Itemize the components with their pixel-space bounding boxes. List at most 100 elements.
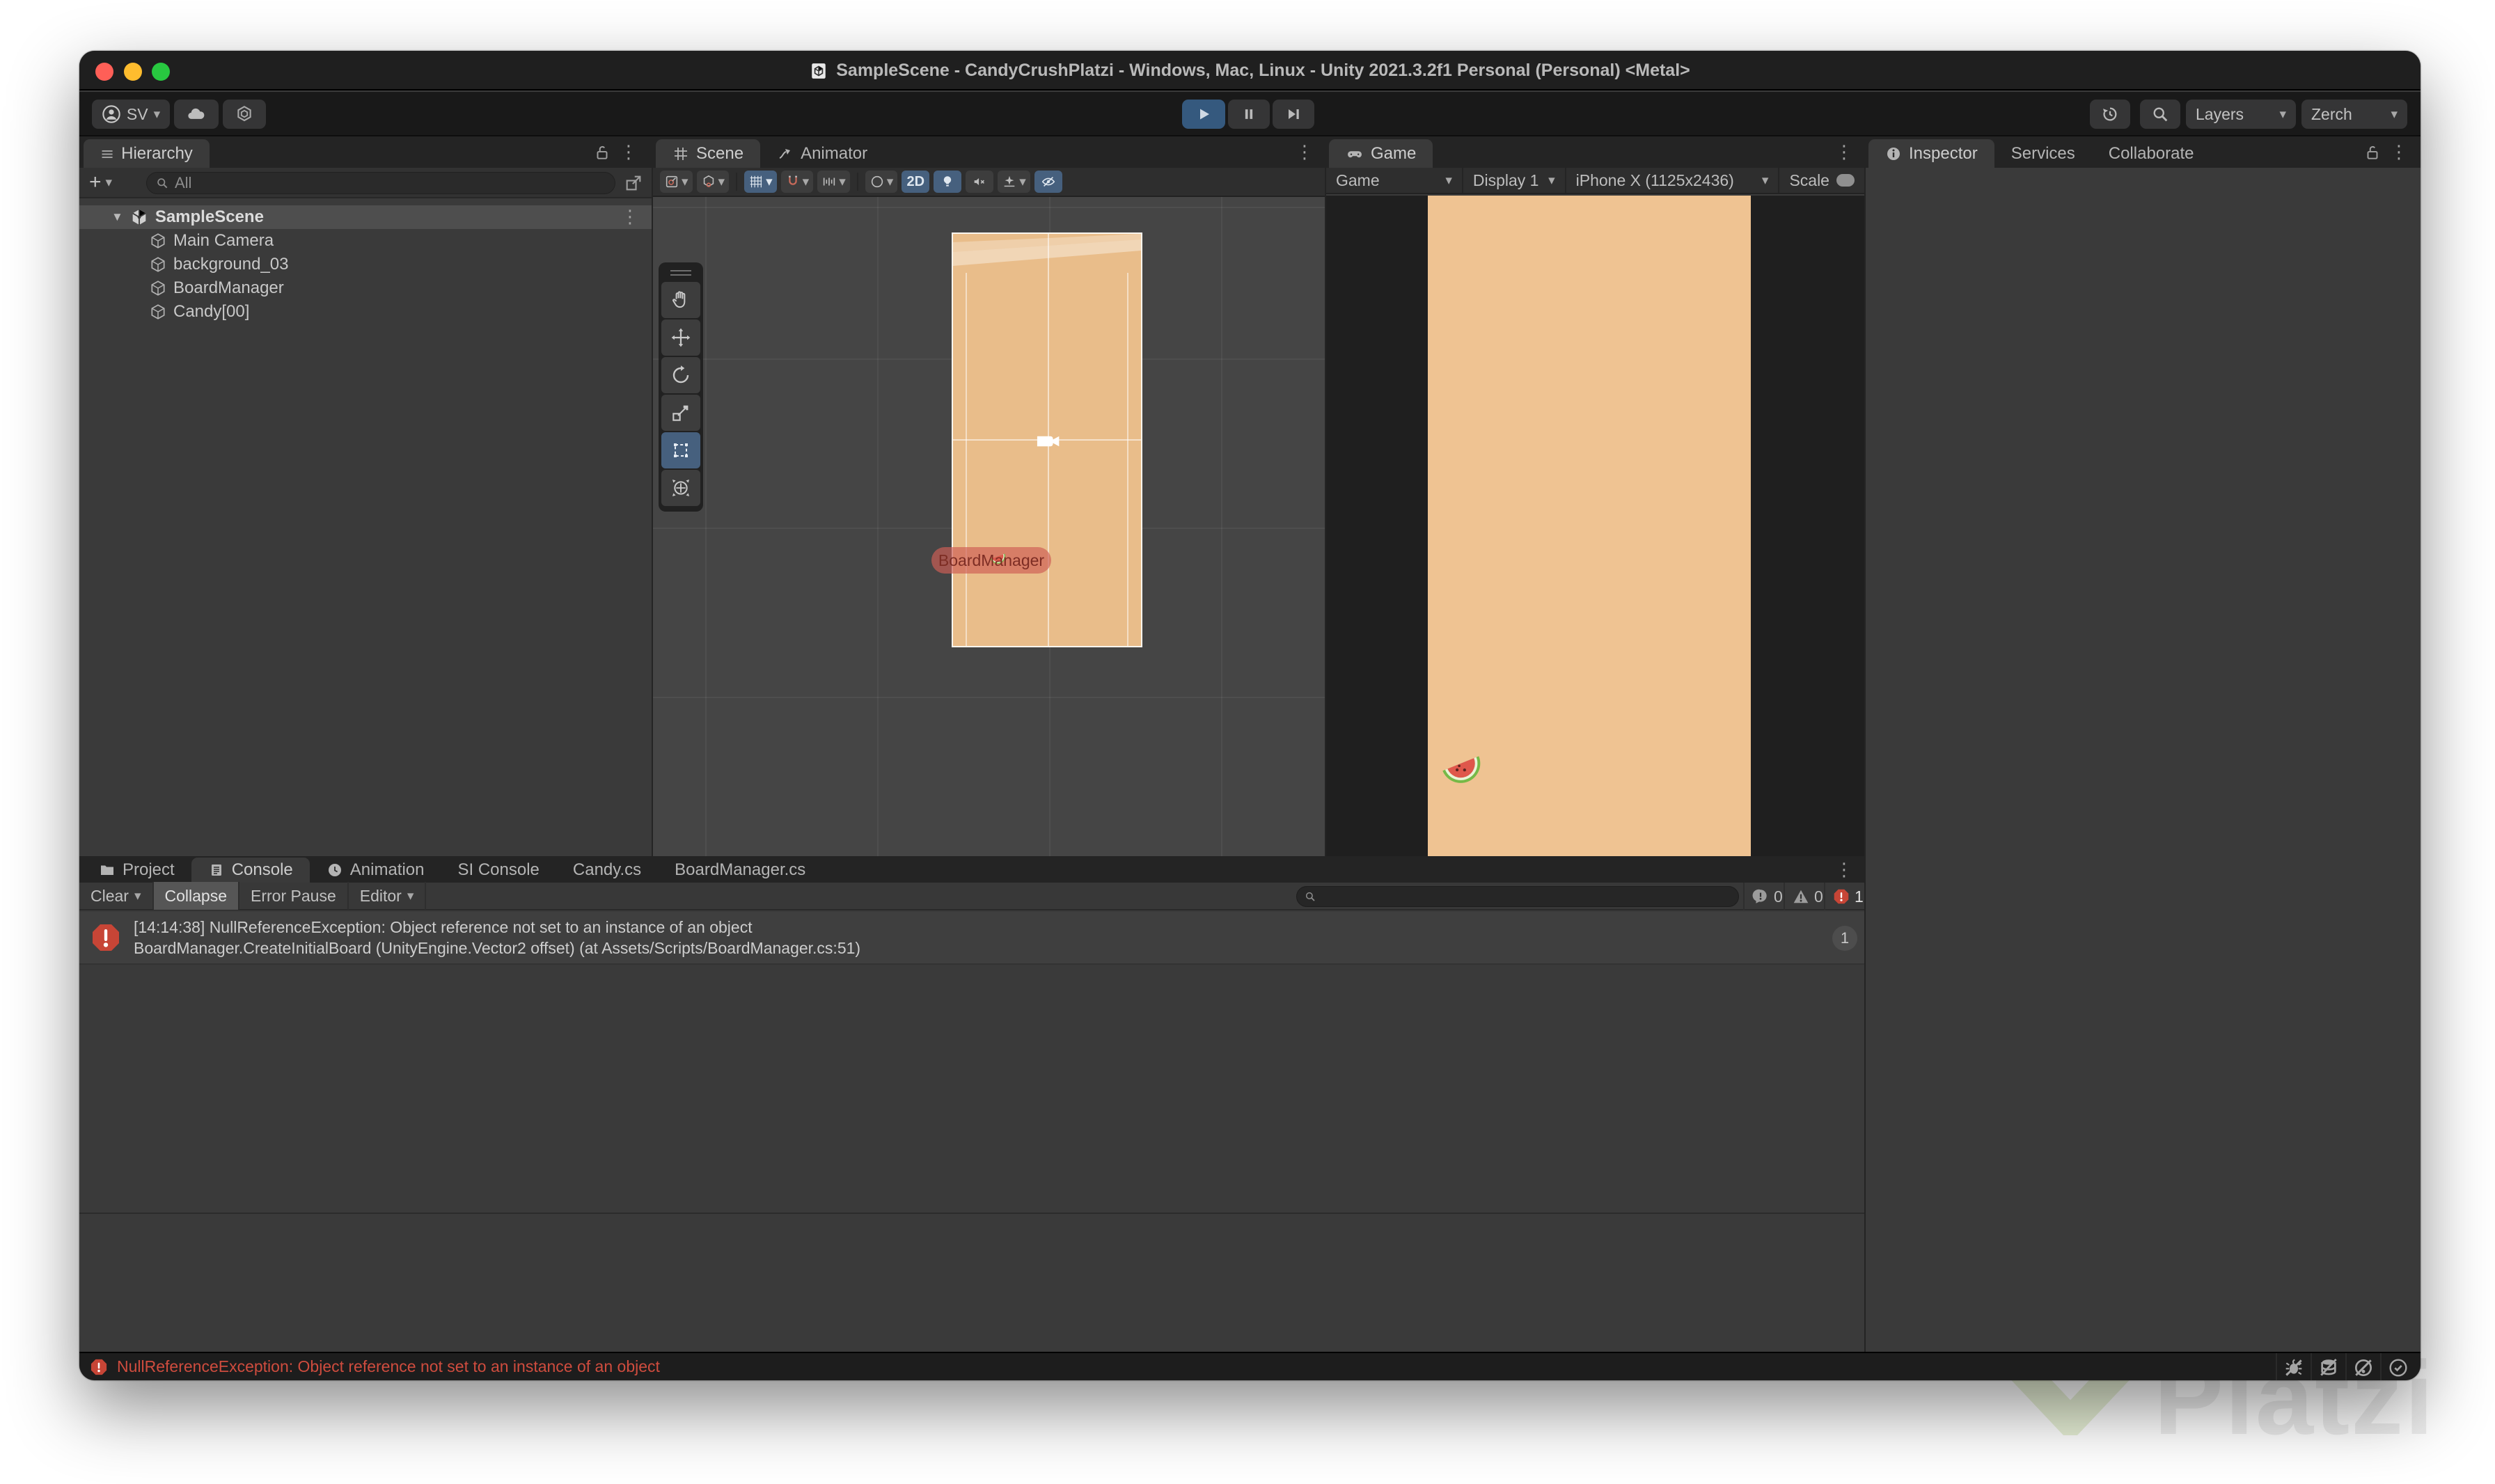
hierarchy-row-scene[interactable]: ▼ SampleScene ⋮ <box>79 205 652 229</box>
scene-viewport[interactable]: BoardManager <box>653 197 1325 856</box>
global-search-button[interactable] <box>2140 100 2180 129</box>
hierarchy-row-candy[interactable]: Candy[00] <box>79 300 652 324</box>
tab-boardmanager-cs[interactable]: BoardManager.cs <box>658 858 822 883</box>
rect-tool[interactable] <box>661 432 700 468</box>
hierarchy-row-main-camera[interactable]: Main Camera <box>79 229 652 253</box>
scene-row-kebab[interactable]: ⋮ <box>621 207 639 228</box>
activity-ok-icon[interactable] <box>2380 1353 2415 1380</box>
scene-kebab-menu[interactable]: ⋮ <box>1296 142 1314 163</box>
account-dropdown[interactable]: SV ▾ <box>92 100 170 129</box>
plastic-scm-button[interactable] <box>223 100 266 129</box>
editor-dropdown[interactable]: Editor ▾ <box>349 882 427 910</box>
tab-animator[interactable]: Animator <box>760 139 884 168</box>
scale-slider-knob[interactable] <box>1836 174 1855 187</box>
tool-settings-dropdown[interactable]: ▾ <box>660 171 693 193</box>
console-search-field[interactable] <box>1296 886 1739 907</box>
tab-inspector[interactable]: Inspector <box>1868 139 1994 168</box>
picker-icon[interactable] <box>624 173 643 193</box>
info-count-toggle[interactable]: 0 <box>1743 883 1782 910</box>
scene-visibility-toggle[interactable] <box>1034 171 1062 193</box>
transform-tool[interactable] <box>661 470 700 506</box>
console-toolbar: Clear ▾ Collapse Error Pause Editor ▾ <box>79 883 1864 910</box>
grid-visibility-dropdown[interactable]: ▾ <box>744 171 777 193</box>
view-hand-tool[interactable] <box>661 282 700 318</box>
undo-history-button[interactable] <box>2090 100 2130 129</box>
scene-effects-dropdown[interactable]: ▾ <box>998 171 1030 193</box>
console-search-input[interactable] <box>1322 888 1731 905</box>
services-tab-label: Services <box>2011 144 2075 164</box>
game-viewport[interactable] <box>1326 196 1864 856</box>
error-pause-label: Error Pause <box>251 887 336 906</box>
step-button[interactable] <box>1273 100 1314 129</box>
layers-label: Layers <box>2196 105 2244 124</box>
display-dropdown[interactable]: Display 1 ▾ <box>1463 168 1566 193</box>
tab-animation[interactable]: Animation <box>310 858 441 883</box>
status-error-message[interactable]: NullReferenceException: Object reference… <box>117 1357 660 1376</box>
lock-open-icon[interactable] <box>593 143 611 161</box>
tab-hierarchy[interactable]: ≡ Hierarchy <box>84 139 210 168</box>
scene-lighting-toggle[interactable] <box>934 171 961 193</box>
palette-drag-handle[interactable] <box>661 265 700 281</box>
tab-console[interactable]: Console <box>191 858 310 883</box>
pause-button[interactable] <box>1228 100 1270 129</box>
move-tool[interactable] <box>661 319 700 356</box>
draw-mode-dropdown[interactable]: ▾ <box>865 171 898 193</box>
chevron-down-icon: ▾ <box>766 174 773 190</box>
error-pause-button[interactable]: Error Pause <box>239 882 349 910</box>
game-tabbar: Game ⋮ <box>1326 136 1864 168</box>
tab-project[interactable]: Project <box>82 858 191 883</box>
inspector-tab-label: Inspector <box>1909 144 1978 164</box>
resolution-dropdown[interactable]: iPhone X (1125x2436) ▾ <box>1566 168 1780 193</box>
error-octagon-icon <box>89 1357 109 1377</box>
scene-tab-label: Scene <box>696 144 743 164</box>
scale-slider[interactable]: Scale <box>1779 168 1864 193</box>
gizmo-pivot-dropdown[interactable]: ▾ <box>697 171 730 193</box>
toggle-2d-button[interactable]: 2D <box>902 171 929 193</box>
snap-settings-dropdown[interactable]: ▾ <box>817 171 850 193</box>
hierarchy-search-field[interactable] <box>146 172 615 194</box>
clear-button[interactable]: Clear ▾ <box>79 882 154 910</box>
tab-si-console[interactable]: SI Console <box>441 858 556 883</box>
disclosure-triangle-icon[interactable]: ▼ <box>111 210 123 224</box>
collapse-button[interactable]: Collapse <box>154 882 240 910</box>
hierarchy-row-background[interactable]: background_03 <box>79 253 652 276</box>
game-kebab-menu[interactable]: ⋮ <box>1835 142 1853 163</box>
collab-offline-icon[interactable] <box>2345 1353 2380 1380</box>
game-mode-dropdown[interactable]: Game ▾ <box>1326 168 1463 193</box>
tab-scene[interactable]: Scene <box>656 139 760 168</box>
scene-board-sprite[interactable]: BoardManager <box>952 232 1142 647</box>
lock-open-icon[interactable] <box>2363 143 2382 161</box>
console-error-entry[interactable]: [14:14:38] NullReferenceException: Objec… <box>79 912 1864 965</box>
tab-game[interactable]: Game <box>1329 139 1433 168</box>
inspector-kebab-menu[interactable]: ⋮ <box>2390 142 2408 163</box>
play-button[interactable] <box>1182 100 1225 129</box>
boardmanager-scene-label[interactable]: BoardManager <box>931 547 1051 574</box>
hierarchy-search-input[interactable] <box>175 174 606 192</box>
hierarchy-row-boardmanager[interactable]: BoardManager <box>79 276 652 300</box>
scene-view-toolbar: ▾ ▾ ▾ ▾ ▾ <box>653 168 1325 197</box>
tab-candy-cs[interactable]: Candy.cs <box>556 858 658 883</box>
hierarchy-kebab-menu[interactable]: ⋮ <box>620 142 638 163</box>
resolution-label: iPhone X (1125x2436) <box>1576 171 1734 190</box>
console-kebab-menu[interactable]: ⋮ <box>1835 860 1853 881</box>
snap-increment-dropdown[interactable]: ▾ <box>781 171 814 193</box>
scale-label: Scale <box>1789 171 1829 190</box>
hierarchy-create-dropdown[interactable]: + ▾ <box>89 171 112 194</box>
chevron-down-icon: ▾ <box>718 174 725 190</box>
cache-server-disabled-icon[interactable] <box>2311 1353 2345 1380</box>
tab-collaborate[interactable]: Collaborate <box>2092 139 2211 168</box>
gamepad-icon <box>1346 145 1364 163</box>
layers-dropdown[interactable]: Layers ▾ <box>2186 100 2296 129</box>
cloud-button[interactable] <box>174 100 219 129</box>
camera-gizmo-icon[interactable] <box>1035 431 1062 452</box>
layout-dropdown[interactable]: Zerch ▾ <box>2301 100 2407 129</box>
debugger-detached-icon[interactable] <box>2276 1353 2311 1380</box>
scale-tool[interactable] <box>661 395 700 431</box>
rotate-tool[interactable] <box>661 357 700 393</box>
scene-audio-toggle[interactable] <box>966 171 993 193</box>
chevron-down-icon: ▾ <box>106 175 113 191</box>
search-icon <box>2150 104 2170 124</box>
warning-count-toggle[interactable]: 0 <box>1784 883 1823 910</box>
error-count-toggle[interactable]: 1 <box>1824 883 1864 910</box>
tab-services[interactable]: Services <box>1994 139 2092 168</box>
